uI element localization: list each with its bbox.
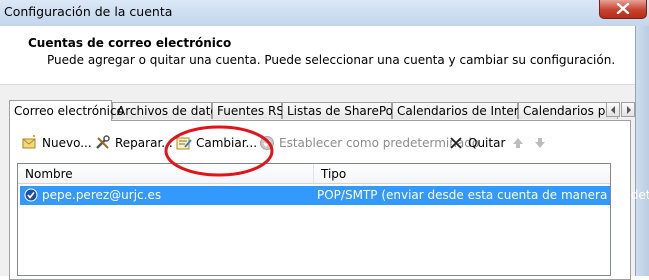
column-header-label: Nombre bbox=[25, 167, 73, 181]
tab-label: Fuentes RSS bbox=[217, 104, 292, 118]
tab-calendarios-publicados[interactable]: Calendarios publi bbox=[518, 102, 618, 119]
header-description: Puede agregar o quitar una cuenta. Puede… bbox=[47, 53, 616, 67]
tab-scroll-right[interactable] bbox=[621, 102, 635, 117]
check-circle-icon bbox=[260, 136, 274, 150]
x-icon bbox=[450, 137, 462, 149]
accounts-list[interactable]: Nombre Tipo pepe.perez@urjc.es POP/SMTP … bbox=[17, 163, 649, 276]
window-title: Configuración de la cuenta bbox=[4, 4, 173, 19]
tab-archivos-de-datos[interactable]: Archivos de datos bbox=[112, 102, 224, 119]
tab-fuentes-rss[interactable]: Fuentes RSS bbox=[212, 102, 292, 119]
tab-scroll-left[interactable] bbox=[606, 102, 620, 117]
default-account-check-icon bbox=[24, 188, 38, 202]
tab-label: Listas de SharePoint bbox=[287, 104, 409, 118]
chevron-right-icon bbox=[627, 106, 631, 114]
remove-label: Quitar bbox=[468, 136, 506, 150]
tab-calendarios-internet[interactable]: Calendarios de Internet bbox=[392, 102, 538, 119]
tab-correo-electronico[interactable]: Correo electrónico bbox=[9, 100, 124, 121]
column-header-type[interactable]: Tipo bbox=[314, 164, 610, 184]
change-label: Cambiar... bbox=[196, 136, 258, 150]
header-title: Cuentas de correo electrónico bbox=[28, 36, 232, 50]
account-type: POP/SMTP (enviar desde esta cuenta de ma… bbox=[317, 188, 649, 202]
column-header-label: Tipo bbox=[321, 167, 347, 181]
arrow-up-icon bbox=[513, 138, 523, 148]
tab-listas-sharepoint[interactable]: Listas de SharePoint bbox=[282, 102, 409, 119]
tools-icon bbox=[96, 135, 110, 149]
title-bar: Configuración de la cuenta bbox=[0, 0, 649, 27]
column-header-name[interactable]: Nombre bbox=[18, 164, 314, 184]
new-label: Nuevo... bbox=[42, 136, 92, 150]
tab-label: Calendarios publi bbox=[523, 104, 618, 118]
account-name: pepe.perez@urjc.es bbox=[42, 188, 162, 202]
edit-account-icon bbox=[176, 137, 192, 150]
dialog-header: Cuentas de correo electrónico Puede agre… bbox=[0, 26, 635, 85]
set-default-button[interactable]: Establecer como predeterminado bbox=[259, 133, 479, 153]
move-up-button[interactable] bbox=[510, 133, 526, 153]
arrow-down-icon bbox=[535, 138, 545, 148]
change-button[interactable]: Cambiar... bbox=[176, 133, 257, 153]
repair-label: Reparar... bbox=[115, 136, 173, 150]
list-item[interactable]: pepe.perez@urjc.es POP/SMTP (enviar desd… bbox=[20, 186, 649, 205]
mail-new-icon bbox=[22, 135, 36, 149]
remove-button[interactable]: Quitar bbox=[448, 133, 505, 153]
tab-label: Calendarios de Internet bbox=[397, 104, 539, 118]
chevron-left-icon bbox=[611, 106, 615, 114]
repair-button[interactable]: Reparar... bbox=[95, 133, 173, 153]
tab-label: Correo electrónico bbox=[14, 104, 124, 118]
new-button[interactable]: Nuevo... bbox=[22, 133, 92, 153]
close-button[interactable] bbox=[599, 0, 647, 19]
tab-label: Archivos de datos bbox=[117, 104, 225, 118]
close-icon bbox=[616, 3, 630, 14]
window-border bbox=[636, 26, 649, 276]
move-down-button[interactable] bbox=[532, 133, 548, 153]
